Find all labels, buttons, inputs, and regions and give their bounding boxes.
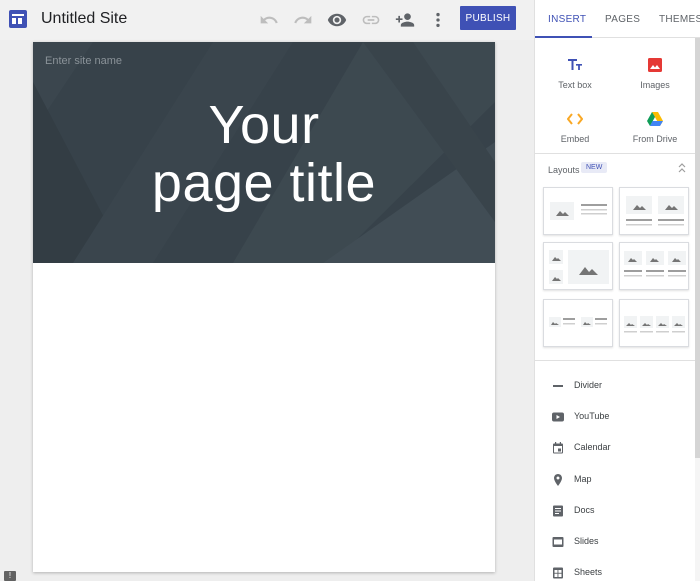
site-title[interactable]: Untitled Site <box>41 10 127 28</box>
insert-embed[interactable]: Embed <box>539 110 611 144</box>
insert-images[interactable]: Images <box>619 56 691 90</box>
tab-insert[interactable]: INSERT <box>548 14 586 25</box>
insert-slides[interactable]: Slides <box>535 532 700 552</box>
map-pin-icon <box>554 474 562 486</box>
link-icon[interactable] <box>361 10 381 30</box>
youtube-icon <box>552 412 564 422</box>
redo-icon[interactable] <box>293 10 313 30</box>
layouts-label: Layouts <box>548 165 580 175</box>
divider-icon <box>553 385 563 387</box>
layout-preview <box>624 316 685 333</box>
page-title-line-2: page title <box>151 153 377 213</box>
insert-docs[interactable]: Docs <box>535 501 700 521</box>
warning-icon[interactable]: ! <box>4 571 16 581</box>
undo-icon[interactable] <box>259 10 279 30</box>
section-divider <box>535 360 700 361</box>
calendar-icon <box>553 442 563 454</box>
sites-logo-icon[interactable] <box>9 10 27 28</box>
insert-youtube[interactable]: YouTube <box>535 407 700 427</box>
tab-pages[interactable]: PAGES <box>605 14 640 25</box>
page-title[interactable]: Your page title <box>33 96 495 212</box>
panel-scrollbar[interactable] <box>695 38 700 581</box>
layout-card-four-images[interactable] <box>619 299 689 347</box>
drive-icon <box>619 110 691 128</box>
layout-preview <box>626 196 684 226</box>
layout-card-image-text[interactable] <box>543 187 613 235</box>
insert-map[interactable]: Map <box>535 470 700 490</box>
top-bar: Untitled Site PUBLISH <box>0 0 534 40</box>
more-icon[interactable] <box>428 10 448 30</box>
insert-calendar[interactable]: Calendar <box>535 438 700 458</box>
layout-preview <box>550 202 607 220</box>
site-name-input[interactable]: Enter site name <box>45 55 122 67</box>
embed-icon <box>539 110 611 128</box>
page-title-line-1: Your <box>208 95 320 155</box>
section-divider <box>535 153 700 154</box>
image-icon <box>619 56 691 74</box>
share-icon[interactable] <box>395 10 415 30</box>
layout-preview <box>624 251 686 277</box>
layout-card-gallery[interactable] <box>543 242 613 290</box>
layout-preview <box>549 250 609 284</box>
layout-card-two-image-text[interactable] <box>543 299 613 347</box>
page-canvas[interactable]: Enter site name Your page title <box>33 42 495 572</box>
scrollbar-thumb[interactable] <box>695 38 700 458</box>
slides-icon <box>552 537 564 547</box>
publish-button[interactable]: PUBLISH <box>460 6 516 30</box>
docs-icon <box>553 505 563 517</box>
sheets-icon <box>553 567 563 579</box>
text-box-icon <box>539 56 611 74</box>
insert-divider[interactable]: Divider <box>535 376 700 396</box>
collapse-icon[interactable] <box>675 161 689 175</box>
layout-card-two-images[interactable] <box>619 187 689 235</box>
panel-tabs: INSERT PAGES THEMES <box>535 0 700 38</box>
insert-text-box[interactable]: Text box <box>539 56 611 90</box>
insert-sheets[interactable]: Sheets <box>535 563 700 581</box>
side-panel: INSERT PAGES THEMES Text box Images Embe… <box>534 0 700 581</box>
layout-card-three-columns[interactable] <box>619 242 689 290</box>
preview-icon[interactable] <box>327 10 347 30</box>
tab-themes[interactable]: THEMES <box>659 14 700 25</box>
new-badge: NEW <box>581 162 608 173</box>
active-tab-indicator <box>535 36 592 38</box>
insert-from-drive[interactable]: From Drive <box>619 110 691 144</box>
hero-header[interactable]: Enter site name Your page title <box>33 42 495 263</box>
layout-preview <box>549 317 607 327</box>
